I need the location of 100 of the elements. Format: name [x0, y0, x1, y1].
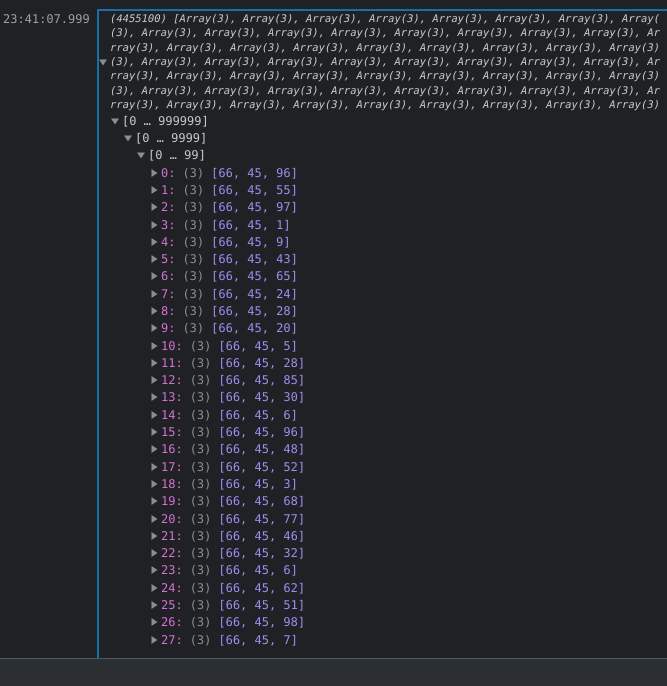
array-length: (3) — [190, 528, 212, 543]
expanded-triangle-icon[interactable] — [99, 58, 107, 66]
collapsed-triangle-icon[interactable] — [150, 203, 158, 212]
array-index: 27: — [161, 632, 183, 647]
timestamp: 23:41:07.999 — [2, 12, 90, 26]
array-index: 25: — [161, 598, 183, 612]
array-value: [66, 45, 96] — [218, 425, 306, 440]
array-index: 11: — [161, 356, 183, 370]
array-index: 19: — [161, 494, 183, 508]
collapsed-triangle-icon[interactable] — [150, 306, 158, 315]
range-group-label: [0 … 99] — [148, 148, 206, 162]
array-length: (3) — [182, 321, 204, 336]
array-value: [66, 45, 24] — [211, 286, 298, 301]
collapsed-triangle-icon[interactable] — [150, 497, 158, 506]
expanded-triangle-icon[interactable] — [111, 116, 119, 125]
array-length: (3) — [182, 304, 204, 318]
array-index: 22: — [161, 546, 183, 560]
collapsed-triangle-icon[interactable] — [150, 393, 158, 402]
range-group-label: [0 … 999999] — [122, 114, 209, 128]
array-index: 16: — [161, 442, 183, 456]
array-value: [66, 45, 98] — [218, 615, 306, 630]
array-length: (3) — [182, 286, 204, 301]
collapsed-triangle-icon[interactable] — [150, 410, 158, 419]
collapsed-triangle-icon[interactable] — [150, 290, 158, 298]
collapsed-triangle-icon[interactable] — [150, 636, 158, 644]
collapsed-triangle-icon[interactable] — [150, 168, 158, 177]
array-index: 18: — [161, 476, 183, 491]
array-summary-line: rray(3), Array(3), Array(3), Array(3), Array(3), Array(3), Array(3), Array(3), Array(3) — [110, 42, 660, 54]
array-index: 8: — [161, 304, 176, 318]
array-length: (3) — [190, 632, 212, 647]
array-value: [66, 45, 52] — [218, 460, 306, 474]
range-group-label: [0 … 9999] — [135, 131, 208, 146]
collapsed-triangle-icon[interactable] — [150, 220, 158, 228]
array-length: (3) — [190, 563, 212, 578]
array-value: [66, 45, 6] — [218, 408, 298, 422]
collapsed-triangle-icon[interactable] — [150, 445, 158, 454]
array-index: 17: — [161, 460, 183, 474]
array-index: 1: — [161, 182, 176, 197]
array-summary-line: (3), Array(3), Array(3), Array(3), Array(3), Array(3), Array(3), Array(3), Array(3), Ar — [110, 56, 660, 68]
array-index: 15: — [161, 425, 183, 440]
collapsed-triangle-icon[interactable] — [150, 462, 158, 471]
array-index: 3: — [161, 218, 176, 232]
array-value: [66, 45, 97] — [211, 200, 298, 214]
array-length: (3) — [190, 494, 212, 508]
array-summary-line: (3), Array(3), Array(3), Array(3), Array(3), Array(3), Array(3), Array(3), Array(3), Ar — [110, 27, 660, 40]
array-index: 23: — [161, 563, 183, 578]
array-value: [66, 45, 55] — [211, 182, 298, 197]
array-length: (3) — [182, 200, 204, 214]
collapsed-triangle-icon[interactable] — [150, 342, 158, 350]
array-length: (3) — [182, 269, 204, 284]
collapsed-triangle-icon[interactable] — [150, 324, 158, 332]
collapsed-triangle-icon[interactable] — [150, 186, 158, 194]
array-index: 12: — [161, 373, 183, 388]
collapsed-triangle-icon[interactable] — [150, 514, 158, 523]
collapsed-triangle-icon[interactable] — [150, 584, 158, 592]
array-index: 20: — [161, 512, 183, 526]
collapsed-triangle-icon[interactable] — [150, 549, 158, 558]
array-length: (3) — [190, 338, 212, 353]
array-length: (3) — [190, 460, 212, 474]
array-index: 9: — [161, 321, 176, 336]
array-value: [66, 45, 68] — [218, 494, 306, 508]
array-length: (3) — [182, 234, 204, 249]
array-value: [66, 45, 65] — [211, 269, 298, 284]
collapsed-triangle-icon[interactable] — [150, 238, 158, 246]
array-index: 4: — [161, 234, 176, 249]
array-index: 24: — [161, 580, 183, 595]
array-index: 10: — [161, 338, 183, 353]
array-summary-line: (3), Array(3), Array(3), Array(3), Array(3), Array(3), Array(3), Array(3), Array(3), Ar — [110, 84, 660, 97]
array-value: [66, 45, 3] — [218, 476, 298, 491]
array-value: [66, 45, 5] — [218, 338, 298, 353]
array-value: [66, 45, 30] — [218, 390, 306, 404]
collapsed-triangle-icon[interactable] — [150, 601, 158, 610]
array-index: 0: — [161, 166, 176, 180]
array-value: [66, 45, 51] — [218, 598, 306, 612]
collapsed-triangle-icon[interactable] — [150, 272, 158, 280]
collapsed-triangle-icon[interactable] — [150, 255, 158, 264]
collapsed-triangle-icon[interactable] — [150, 376, 158, 384]
array-value: [66, 45, 43] — [211, 252, 298, 266]
array-length: (3) — [182, 182, 204, 197]
array-index: 6: — [161, 269, 176, 284]
array-summary-line: (4455100) [Array(3), Array(3), Array(3), Array(3), Array(3), Array(3), Array(3), Array( — [110, 13, 660, 26]
collapsed-triangle-icon[interactable] — [150, 618, 158, 626]
array-length: (3) — [190, 442, 212, 456]
array-length: (3) — [190, 425, 212, 440]
array-length: (3) — [190, 476, 212, 491]
collapsed-triangle-icon[interactable] — [150, 358, 158, 367]
collapsed-triangle-icon[interactable] — [150, 480, 158, 488]
array-value: [66, 45, 20] — [211, 321, 298, 336]
array-length: (3) — [182, 218, 204, 232]
expanded-triangle-icon[interactable] — [137, 151, 145, 160]
collapsed-triangle-icon[interactable] — [150, 566, 158, 574]
collapsed-triangle-icon[interactable] — [150, 428, 158, 436]
array-length: (3) — [190, 546, 212, 560]
expanded-triangle-icon[interactable] — [124, 134, 132, 142]
array-value: [66, 45, 28] — [218, 356, 306, 370]
array-value: [66, 45, 6] — [218, 563, 298, 578]
array-value: [66, 45, 28] — [211, 304, 298, 318]
collapsed-triangle-icon[interactable] — [150, 532, 158, 540]
array-index: 21: — [161, 528, 183, 543]
array-length: (3) — [182, 166, 204, 180]
